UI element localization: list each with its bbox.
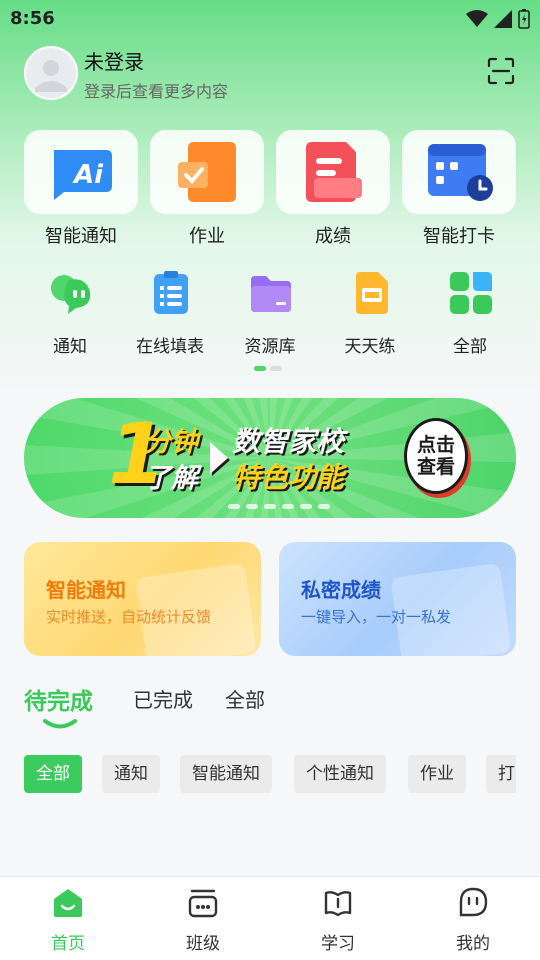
banner-carousel-indicator [228,504,330,509]
app-tile[interactable] [276,130,390,214]
app-label: 天天练 [344,337,396,357]
banner-dot [228,504,240,509]
grid-page-indicator [254,366,282,371]
app-tile[interactable] [150,130,264,214]
ai-badge-text: Ai [72,160,104,190]
app-tile[interactable]: Ai [24,130,138,214]
home-icon [54,889,82,917]
profile-name[interactable]: 未登录 [84,46,144,75]
homework-icon [178,142,236,202]
folder-icon [251,276,291,312]
banner-arrow-icon [210,442,228,474]
banner-dot [246,504,258,509]
app-resource-library[interactable]: 资源库 [220,268,320,358]
main-feature-grid: Ai 智能通知 作业 成绩 智能打卡 [24,130,516,250]
app-label: 智能通知 [45,226,117,247]
app-label: 智能打卡 [423,226,495,247]
app-notice[interactable]: 通知 [20,268,120,358]
nav-class[interactable]: 班级 [153,887,253,957]
banner-button-line1: 点击 [416,434,455,456]
nav-label: 我的 [456,934,490,954]
bottom-navigation: 首页 班级 学习 我的 [0,876,540,960]
ai-notice-icon: Ai [54,150,112,200]
app-homework[interactable]: 作业 [150,130,264,250]
banner-text-minute: 分钟 [144,427,198,458]
banner-dot [318,504,330,509]
profile-header[interactable]: 未登录 登录后查看更多内容 [24,44,516,102]
feature-card-smart-notice[interactable]: 智能通知 实时推送，自动统计反馈 [24,542,261,656]
banner-text-title: 数智家校 [232,425,345,458]
nav-label: 首页 [51,934,85,954]
banner-view-button[interactable]: 点击 查看 [404,418,468,494]
status-bar: 8:56 [0,0,540,38]
chip-homework[interactable]: 作业 [408,755,466,793]
app-label: 作业 [189,226,225,247]
status-time: 8:56 [10,8,55,29]
app-label: 通知 [53,337,87,357]
tab-all[interactable]: 全部 [225,684,265,713]
chip-all[interactable]: 全部 [24,755,82,793]
feature-card-private-grades[interactable]: 私密成绩 一键导入，一对一私发 [279,542,516,656]
card-title: 智能通知 [46,578,126,602]
tab-pending[interactable]: 待完成 [24,682,93,716]
card-subtitle: 一键导入，一对一私发 [301,608,452,626]
nav-label: 学习 [321,934,355,954]
app-online-form[interactable]: 在线填表 [120,268,220,358]
chip-smart-notice[interactable]: 智能通知 [180,755,272,793]
avatar[interactable] [24,46,78,100]
banner-dot [264,504,276,509]
app-tile[interactable] [402,130,516,214]
chip-notice[interactable]: 通知 [102,755,160,793]
filter-chips: 全部 通知 智能通知 个性通知 作业 打 [24,755,516,793]
profile-icon [459,887,488,917]
grades-icon [306,142,362,202]
banner-text-features: 特色功能 [232,461,345,494]
nav-profile[interactable]: 我的 [423,887,523,957]
user-placeholder-icon [35,60,67,92]
chip-checkin[interactable]: 打 [486,755,516,793]
banner-text-understand: 了解 [144,463,198,494]
app-daily-practice[interactable]: 天天练 [320,268,420,358]
nav-label: 班级 [186,934,220,954]
profile-subtitle: 登录后查看更多内容 [84,82,229,101]
signal-icon [494,10,512,28]
class-icon [188,889,218,918]
nav-study[interactable]: 学习 [288,887,388,957]
grid-icon [450,272,492,314]
app-smart-checkin[interactable]: 智能打卡 [402,130,516,250]
banner-dot [300,504,312,509]
app-label: 成绩 [315,226,351,247]
app-label: 全部 [453,337,487,357]
page-dot [270,366,282,371]
chat-bubble-icon [51,275,91,314]
banner-dot [282,504,294,509]
nav-home[interactable]: 首页 [18,887,118,957]
promo-banner[interactable]: 1 分钟 了解 数智家校 特色功能 点击 查看 [24,398,516,518]
app-label: 在线填表 [136,337,204,357]
card-subtitle: 实时推送，自动统计反馈 [46,608,212,626]
practice-icon [356,272,388,314]
app-all[interactable]: 全部 [420,268,520,358]
calendar-checkin-icon [428,144,493,201]
tab-completed[interactable]: 已完成 [133,684,193,713]
card-title: 私密成绩 [301,578,381,602]
wifi-icon [466,10,488,27]
app-label: 资源库 [244,337,296,357]
secondary-feature-grid: 通知 在线填表 资源库 天天练 全部 [20,268,520,358]
tab-active-indicator [43,719,77,729]
chip-personal-notice[interactable]: 个性通知 [294,755,386,793]
task-tabs: 待完成 已完成 全部 [24,682,516,732]
page-dot-active [254,366,266,371]
study-icon [324,891,352,917]
status-icons [466,9,530,29]
battery-icon [518,9,530,29]
scan-icon [487,57,515,85]
form-icon [154,271,188,314]
app-grades[interactable]: 成绩 [276,130,390,250]
banner-button-line2: 查看 [416,456,455,478]
scan-button[interactable] [486,56,516,86]
app-smart-notice[interactable]: Ai 智能通知 [24,130,138,250]
